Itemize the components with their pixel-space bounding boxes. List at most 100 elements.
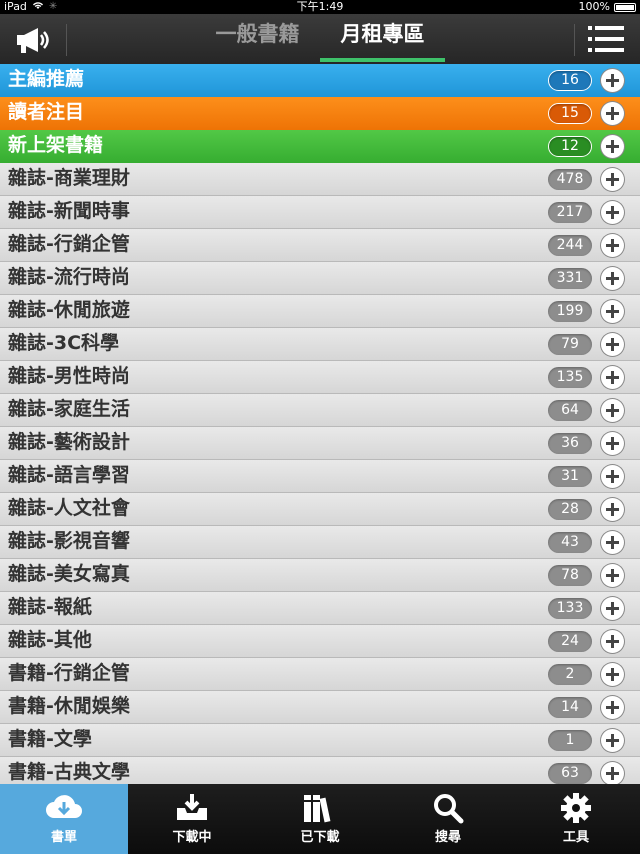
tab-general-books[interactable]: 一般書籍: [200, 14, 315, 64]
add-circle-icon[interactable]: [601, 366, 624, 389]
category-row[interactable]: 書籍-休閒娛樂 14: [0, 691, 640, 724]
tab-downloaded[interactable]: 已下載: [256, 784, 384, 854]
category-label: 雜誌-藝術設計: [8, 431, 130, 453]
battery-percent: 100%: [578, 0, 610, 13]
category-label: 雜誌-美女寫真: [8, 563, 130, 585]
add-circle-icon[interactable]: [601, 234, 624, 257]
cloud-download-icon: [46, 795, 82, 818]
add-circle-icon[interactable]: [601, 762, 624, 784]
category-row[interactable]: 雜誌-男性時尚 135: [0, 361, 640, 394]
category-row[interactable]: 書籍-文學 1: [0, 724, 640, 757]
count-badge: 478: [548, 169, 592, 190]
category-label: 主編推薦: [8, 68, 85, 90]
nav-divider: [574, 24, 575, 56]
category-row[interactable]: 新上架書籍 12: [0, 130, 640, 163]
add-circle-icon[interactable]: [601, 399, 624, 422]
count-badge: 63: [548, 763, 592, 784]
add-circle-icon[interactable]: [601, 333, 624, 356]
count-badge: 28: [548, 499, 592, 520]
category-row[interactable]: 雜誌-影視音響 43: [0, 526, 640, 559]
category-label: 書籍-古典文學: [8, 761, 130, 783]
add-circle-icon[interactable]: [601, 300, 624, 323]
category-label: 書籍-行銷企管: [8, 662, 130, 684]
category-label: 雜誌-語言學習: [8, 464, 130, 486]
category-row[interactable]: 雜誌-3C科學 79: [0, 328, 640, 361]
megaphone-icon[interactable]: [14, 26, 54, 54]
add-circle-icon[interactable]: [601, 630, 624, 653]
category-label: 雜誌-商業理財: [8, 167, 130, 189]
add-circle-icon[interactable]: [601, 531, 624, 554]
count-badge: 12: [548, 136, 592, 157]
count-badge: 43: [548, 532, 592, 553]
count-badge: 14: [548, 697, 592, 718]
add-circle-icon[interactable]: [601, 102, 624, 125]
category-label: 書籍-休閒娛樂: [8, 695, 130, 717]
category-row[interactable]: 讀者注目 15: [0, 97, 640, 130]
category-row[interactable]: 雜誌-人文社會 28: [0, 493, 640, 526]
tab-label: 搜尋: [434, 830, 461, 845]
count-badge: 244: [548, 235, 592, 256]
nav-divider: [66, 24, 67, 56]
status-time: 下午1:49: [296, 0, 344, 13]
tab-tools[interactable]: 工具: [512, 784, 640, 854]
category-label: 雜誌-人文社會: [8, 497, 130, 519]
count-badge: 133: [548, 598, 592, 619]
category-list[interactable]: 主編推薦 16 讀者注目 15 新上架書籍 12 雜誌-商業理財 478 雜誌-新聞時事 217 雜…: [0, 64, 640, 784]
tab-monthly-rental[interactable]: 月租專區: [320, 14, 445, 64]
category-label: 雜誌-新聞時事: [8, 200, 130, 222]
tab-downloading[interactable]: 下載中: [128, 784, 256, 854]
add-circle-icon[interactable]: [601, 729, 624, 752]
inbox-download-icon: [177, 794, 207, 820]
tab-book-list[interactable]: 書單: [0, 784, 128, 854]
add-circle-icon[interactable]: [601, 597, 624, 620]
add-circle-icon[interactable]: [601, 498, 624, 521]
add-circle-icon[interactable]: [601, 564, 624, 587]
battery-icon: [614, 2, 636, 12]
category-row[interactable]: 書籍-古典文學 63: [0, 757, 640, 784]
category-label: 雜誌-其他: [8, 629, 92, 651]
category-row[interactable]: 雜誌-美女寫真 78: [0, 559, 640, 592]
add-circle-icon[interactable]: [601, 696, 624, 719]
menu-list-icon[interactable]: [588, 22, 624, 56]
add-circle-icon[interactable]: [601, 69, 624, 92]
tab-label: 已下載: [300, 830, 340, 845]
category-label: 雜誌-休閒旅遊: [8, 299, 130, 321]
category-row[interactable]: 書籍-行銷企管 2: [0, 658, 640, 691]
count-badge: 331: [548, 268, 592, 289]
category-row[interactable]: 主編推薦 16: [0, 64, 640, 97]
category-row[interactable]: 雜誌-語言學習 31: [0, 460, 640, 493]
category-row[interactable]: 雜誌-商業理財 478: [0, 163, 640, 196]
active-tab-indicator: [320, 58, 445, 62]
category-label: 雜誌-影視音響: [8, 530, 130, 552]
category-label: 新上架書籍: [8, 134, 104, 156]
category-label: 雜誌-男性時尚: [8, 365, 130, 387]
category-label: 雜誌-報紙: [8, 596, 92, 618]
category-label: 書籍-文學: [8, 728, 92, 750]
count-badge: 24: [548, 631, 592, 652]
add-circle-icon[interactable]: [601, 432, 624, 455]
count-badge: 199: [548, 301, 592, 322]
tab-label: 下載中: [172, 830, 212, 845]
add-circle-icon[interactable]: [601, 168, 624, 191]
add-circle-icon[interactable]: [601, 663, 624, 686]
category-row[interactable]: 雜誌-流行時尚 331: [0, 262, 640, 295]
category-row[interactable]: 雜誌-休閒旅遊 199: [0, 295, 640, 328]
category-row[interactable]: 雜誌-報紙 133: [0, 592, 640, 625]
category-row[interactable]: 雜誌-其他 24: [0, 625, 640, 658]
add-circle-icon[interactable]: [601, 465, 624, 488]
category-row[interactable]: 雜誌-家庭生活 64: [0, 394, 640, 427]
top-nav-bar: 一般書籍 月租專區: [0, 14, 640, 64]
count-badge: 36: [548, 433, 592, 454]
add-circle-icon[interactable]: [601, 201, 624, 224]
count-badge: 78: [548, 565, 592, 586]
tab-search[interactable]: 搜尋: [384, 784, 512, 854]
status-bar: iPad ✳ 下午1:49 100%: [0, 0, 640, 14]
category-row[interactable]: 雜誌-行銷企管 244: [0, 229, 640, 262]
category-row[interactable]: 雜誌-藝術設計 36: [0, 427, 640, 460]
category-label: 讀者注目: [8, 101, 85, 123]
add-circle-icon[interactable]: [601, 267, 624, 290]
add-circle-icon[interactable]: [601, 135, 624, 158]
count-badge: 2: [548, 664, 592, 685]
category-row[interactable]: 雜誌-新聞時事 217: [0, 196, 640, 229]
gear-icon: [561, 793, 591, 823]
